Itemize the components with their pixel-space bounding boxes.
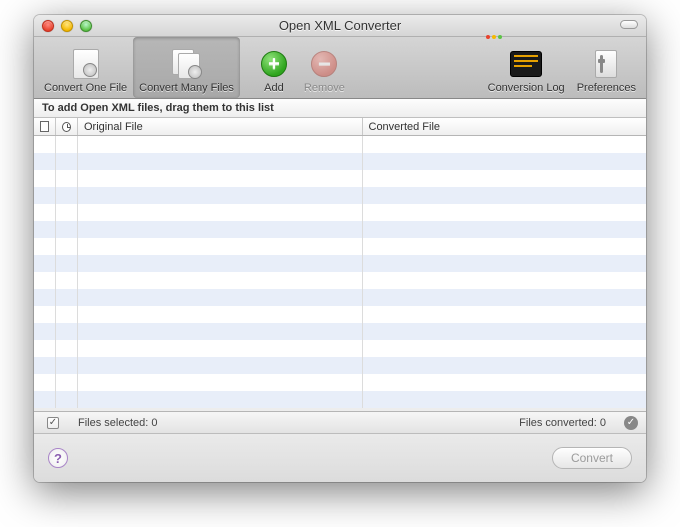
table-row <box>34 272 646 289</box>
table-row <box>34 255 646 272</box>
files-selected-text: Files selected: 0 <box>78 417 158 429</box>
remove-label: Remove <box>304 82 345 94</box>
convert-many-label: Convert Many Files <box>139 82 234 94</box>
status-bar: ✓ Files selected: 0 Files converted: 0 ✓ <box>34 412 646 434</box>
table-row <box>34 187 646 204</box>
remove-button: − Remove <box>298 37 351 98</box>
table-row <box>34 306 646 323</box>
table-row <box>34 136 646 153</box>
table-row <box>34 153 646 170</box>
column-header-status[interactable] <box>56 118 78 135</box>
select-all-checkbox[interactable]: ✓ <box>47 417 59 429</box>
conversion-log-button[interactable]: Conversion Log <box>482 37 571 98</box>
table-header: Original File Converted File <box>34 118 646 136</box>
add-button[interactable]: + Add <box>250 37 298 98</box>
preferences-icon <box>590 48 622 80</box>
files-converted-text: Files converted: 0 <box>519 417 606 429</box>
log-label: Conversion Log <box>488 82 565 94</box>
minimize-window-button[interactable] <box>61 20 73 32</box>
file-list[interactable] <box>34 136 646 412</box>
window-controls <box>42 20 92 32</box>
zoom-window-button[interactable] <box>80 20 92 32</box>
add-label: Add <box>264 82 284 94</box>
help-button[interactable]: ? <box>48 448 68 468</box>
column-header-type[interactable] <box>34 118 56 135</box>
single-document-icon <box>70 48 102 80</box>
document-icon <box>40 121 49 132</box>
prefs-label: Preferences <box>577 82 636 94</box>
table-row <box>34 170 646 187</box>
remove-icon: − <box>308 48 340 80</box>
table-row <box>34 204 646 221</box>
add-icon: + <box>258 48 290 80</box>
window-title: Open XML Converter <box>34 18 646 33</box>
status-done-icon: ✓ <box>624 416 638 430</box>
convert-one-label: Convert One File <box>44 82 127 94</box>
convert-many-files-button[interactable]: Convert Many Files <box>133 37 240 98</box>
convert-button[interactable]: Convert <box>552 447 632 469</box>
title-bar[interactable]: Open XML Converter <box>34 15 646 37</box>
instruction-bar: To add Open XML files, drag them to this… <box>34 99 646 118</box>
multi-document-icon <box>171 48 203 80</box>
log-window-icon <box>510 48 542 80</box>
table-row <box>34 374 646 391</box>
close-window-button[interactable] <box>42 20 54 32</box>
table-row <box>34 323 646 340</box>
clock-icon <box>62 122 71 132</box>
bottom-bar: ? Convert <box>34 434 646 482</box>
table-row <box>34 221 646 238</box>
app-window: Open XML Converter Convert One File Conv… <box>34 15 646 482</box>
column-header-original[interactable]: Original File <box>78 118 363 135</box>
table-row <box>34 391 646 408</box>
convert-one-file-button[interactable]: Convert One File <box>38 37 133 98</box>
table-row <box>34 238 646 255</box>
column-header-converted[interactable]: Converted File <box>363 118 647 135</box>
preferences-button[interactable]: Preferences <box>571 37 642 98</box>
table-row <box>34 289 646 306</box>
toolbar: Convert One File Convert Many Files + Ad… <box>34 37 646 99</box>
table-row <box>34 357 646 374</box>
toolbar-toggle-button[interactable] <box>620 20 638 29</box>
table-row <box>34 340 646 357</box>
mini-traffic-lights-icon <box>486 35 502 39</box>
